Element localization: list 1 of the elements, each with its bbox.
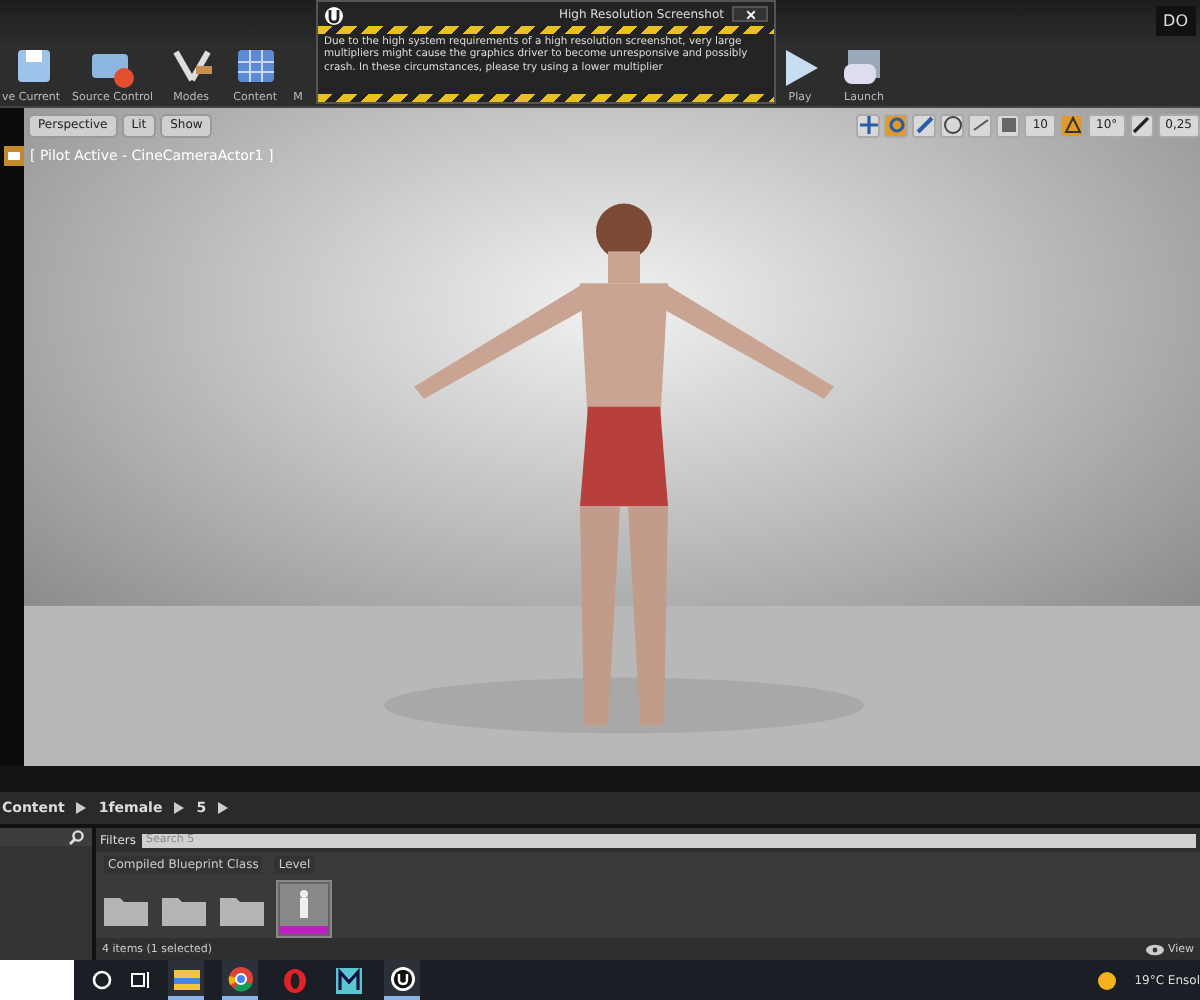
editor-tab[interactable]: DO	[1155, 6, 1196, 37]
